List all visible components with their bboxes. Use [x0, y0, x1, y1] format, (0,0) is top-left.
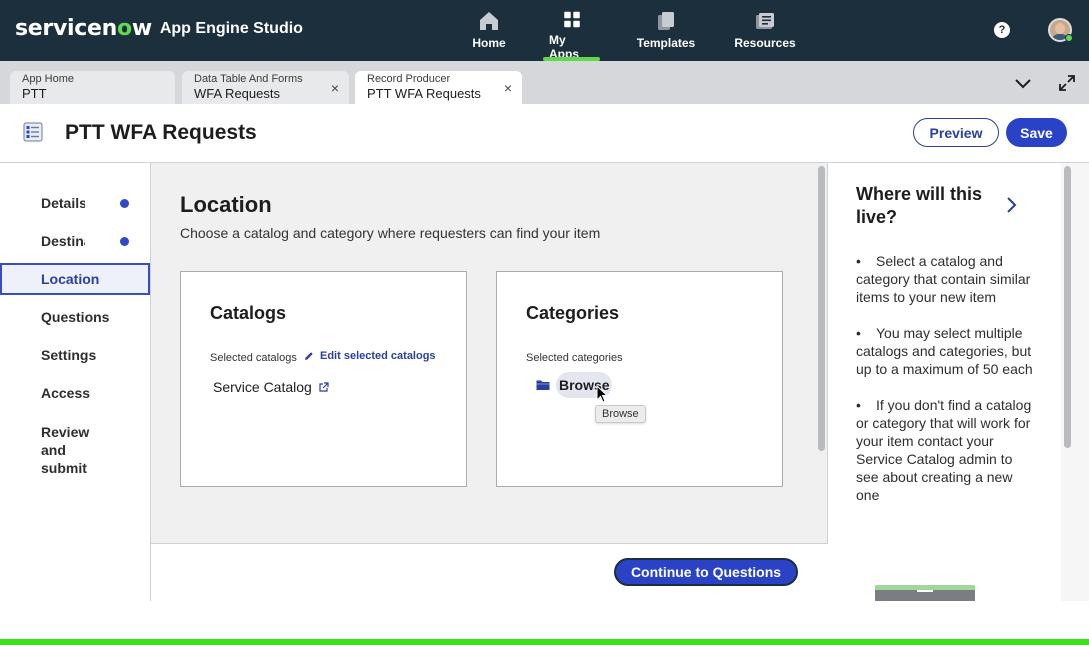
tip-item: If you don't find a catalog or category … [836, 396, 1036, 504]
step-label: Destination [41, 233, 85, 249]
expand-icon[interactable] [1058, 74, 1076, 92]
catalog-item-service-catalog[interactable]: Service Catalog [213, 379, 329, 395]
step-label: Access [41, 385, 91, 401]
grid-icon [563, 11, 580, 28]
illustration-thumbnail [875, 585, 975, 601]
step-review-and-submit[interactable]: Review and submit [0, 415, 150, 476]
bottom-spacer [0, 601, 1089, 639]
side-scrollbar-thumb[interactable] [1064, 166, 1071, 448]
tab-kind: Data Table And Forms [194, 73, 303, 85]
side-panel-title: Where will this live? [856, 184, 983, 227]
edit-selected-catalogs-link[interactable]: Edit selected catalogs [304, 350, 436, 362]
resources-icon [756, 13, 774, 29]
chevron-down-icon[interactable] [1014, 74, 1032, 92]
nav-templates[interactable]: Templates [636, 10, 696, 61]
step-questions[interactable]: Questions [0, 301, 150, 333]
browse-tooltip: Browse [595, 405, 646, 423]
preview-button[interactable]: Preview [913, 118, 999, 147]
tab-name: WFA Requests [194, 86, 280, 101]
close-icon[interactable]: × [504, 80, 512, 96]
tab-name: PTT [22, 86, 47, 101]
help-side-panel: Where will this live? Select a catalog a… [828, 163, 1061, 601]
record-producer-icon [23, 122, 43, 142]
tab-name: PTT WFA Requests [367, 86, 481, 101]
step-label: Location [41, 271, 100, 287]
folder-icon [536, 380, 550, 390]
app-name: App Engine Studio [159, 20, 303, 37]
step-complete-indicator [120, 199, 129, 208]
tab-kind: Record Producer [367, 73, 451, 85]
page-title: PTT WFA Requests [65, 121, 257, 144]
online-status-indicator [1065, 34, 1073, 42]
step-label: Questions [41, 309, 110, 325]
selected-catalogs-label: Selected catalogs [210, 352, 297, 364]
servicenow-logo: servicenow [15, 16, 152, 41]
step-location[interactable]: Location [0, 263, 150, 295]
chevron-right-icon[interactable] [1004, 195, 1018, 215]
step-destination[interactable]: Destination [0, 225, 150, 257]
step-details[interactable]: Details [0, 187, 150, 219]
templates-icon [658, 12, 674, 30]
progress-indicator-bar [0, 639, 1089, 645]
save-button[interactable]: Save [1006, 118, 1067, 147]
main-scrollbar-thumb[interactable] [818, 166, 825, 451]
close-icon[interactable]: × [331, 80, 339, 96]
nav-my-apps-label: My Apps [549, 33, 579, 61]
page-header: PTT WFA Requests Preview Save [0, 104, 1089, 163]
tab-app-home[interactable]: App Home PTT [10, 71, 175, 104]
step-access[interactable]: Access [0, 377, 150, 409]
tab-bar: App Home PTT Data Table And Forms WFA Re… [0, 61, 1089, 104]
tip-item: You may select multiple catalogs and cat… [836, 324, 1036, 378]
tab-data-table-and-forms[interactable]: Data Table And Forms WFA Requests × [182, 71, 349, 104]
home-icon [480, 12, 498, 30]
continue-to-questions-button[interactable]: Continue to Questions [614, 558, 798, 586]
top-navigation-bar: servicenow App Engine Studio Home My App… [0, 0, 1089, 61]
tip-item: Select a catalog and category that conta… [836, 252, 1036, 306]
tab-record-producer[interactable]: Record Producer PTT WFA Requests × [355, 71, 522, 104]
step-navigation: Details Destination Location Questions S… [0, 163, 151, 601]
nav-resources[interactable]: Resources [734, 10, 796, 61]
catalogs-card: Catalogs Selected catalogs Edit selected… [180, 271, 467, 487]
brand[interactable]: servicenow App Engine Studio [15, 16, 303, 41]
categories-title: Categories [526, 303, 620, 323]
nav-resources-label: Resources [734, 36, 796, 50]
nav-home-label: Home [472, 36, 506, 50]
step-label: Settings [41, 347, 97, 363]
section-subtitle: Choose a catalog and category where requ… [180, 225, 601, 241]
tab-kind: App Home [22, 73, 74, 85]
step-settings[interactable]: Settings [0, 339, 150, 371]
nav-templates-label: Templates [636, 36, 696, 50]
step-complete-indicator [120, 237, 129, 246]
pencil-icon [305, 352, 313, 360]
step-label: Review and submit [41, 424, 90, 476]
nav-home[interactable]: Home [472, 10, 506, 61]
section-title: Location [180, 192, 272, 217]
nav-my-apps[interactable]: My Apps [543, 10, 600, 61]
step-label: Details [41, 195, 85, 211]
selected-categories-label: Selected categories [526, 352, 623, 364]
external-link-icon[interactable] [318, 381, 329, 393]
edit-link-label: Edit selected catalogs [320, 350, 436, 362]
catalog-item-label: Service Catalog [213, 379, 312, 395]
categories-card: Categories Selected categories Browse Br… [496, 271, 783, 487]
mouse-cursor-icon [596, 385, 608, 403]
help-icon[interactable]: ? [994, 22, 1010, 38]
location-panel: Location Choose a catalog and category w… [151, 163, 816, 543]
side-panel-tips: Select a catalog and category that conta… [836, 252, 1036, 522]
location-footer: Continue to Questions [151, 543, 828, 601]
catalogs-title: Catalogs [210, 303, 287, 323]
